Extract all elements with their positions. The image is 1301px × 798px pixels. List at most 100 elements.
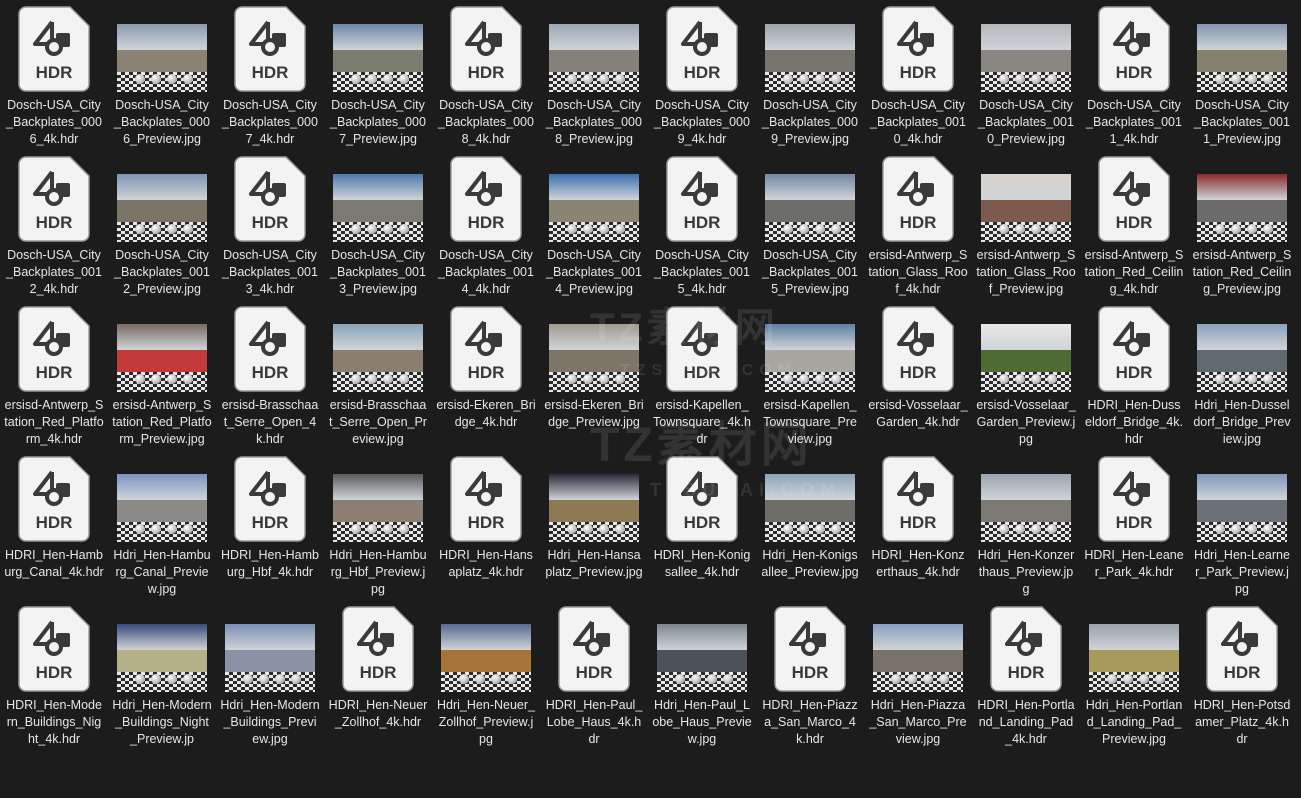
file-item-jpg[interactable]: ersisd-Kapellen_Townsquare_Preview.jpg: [756, 304, 864, 448]
file-item-hdr[interactable]: HDR ersisd-Vosselaar_Garden_4k.hdr: [864, 304, 972, 448]
file-item-jpg[interactable]: ersisd-Ekeren_Bridge_Preview.jpg: [540, 304, 648, 448]
file-item-hdr[interactable]: HDR Dosch-USA_City_Backplates_0008_4k.hdr: [432, 4, 540, 148]
file-item-jpg[interactable]: Hdri_Hen-Hamburg_Canal_Preview.jpg: [108, 454, 216, 598]
file-item-hdr[interactable]: HDR HDRI_Hen-Hamburg_Canal_4k.hdr: [0, 454, 108, 598]
file-item-hdr[interactable]: HDR ersisd-Antwerp_Station_Red_Ceiling_4k…: [1080, 154, 1188, 298]
thumbnail-ground: [765, 49, 855, 72]
file-item-hdr[interactable]: HDR Dosch-USA_City_Backplates_0006_4k.hdr: [0, 4, 108, 148]
file-item-jpg[interactable]: Dosch-USA_City_Backplates_0008_Preview.j…: [540, 4, 648, 148]
thumbnail-checker-floor: [333, 71, 423, 92]
file-item-hdr[interactable]: HDR Dosch-USA_City_Backplates_0015_4k.hdr: [648, 154, 756, 298]
hdr-file-icon: HDR: [1098, 456, 1170, 542]
file-item-hdr[interactable]: HDR Dosch-USA_City_Backplates_0009_4k.hdr: [648, 4, 756, 148]
file-item-hdr[interactable]: HDR HDRI_Hen-Portland_Landing_Pad_4k.hdr: [972, 604, 1080, 748]
file-icon-area: HDR: [4, 304, 104, 394]
file-item-jpg[interactable]: ersisd-Antwerp_Station_Red_Ceiling_Previ…: [1188, 154, 1296, 298]
thumbnail-sphere: [1231, 223, 1241, 234]
file-item-hdr[interactable]: HDR Dosch-USA_City_Backplates_0012_4k.hdr: [0, 154, 108, 298]
file-item-jpg[interactable]: Dosch-USA_City_Backplates_0006_Preview.j…: [108, 4, 216, 148]
file-name: ersisd-Ekeren_Bridge_4k.hdr: [436, 398, 536, 429]
thumbnail-sphere: [167, 523, 177, 534]
file-item-hdr[interactable]: HDR HDRI_Hen-Konzerthaus_4k.hdr: [864, 454, 972, 598]
thumbnail-sphere: [1047, 73, 1057, 84]
thumbnail-sky: [873, 624, 963, 650]
thumbnail-sphere: [831, 523, 841, 534]
file-item-hdr[interactable]: HDR HDRI_Hen-Hansaplatz_4k.hdr: [432, 454, 540, 598]
file-item-hdr[interactable]: HDR Dosch-USA_City_Backplates_0014_4k.hdr: [432, 154, 540, 298]
file-item-jpg[interactable]: Hdri_Hen-Konigsallee_Preview.jpg: [756, 454, 864, 598]
file-item-hdr[interactable]: HDR HDRI_Hen-Paul_Lobe_Haus_4k.hdr: [540, 604, 648, 748]
file-item-hdr[interactable]: HDR ersisd-Brasschaat_Serre_Open_4k.hdr: [216, 304, 324, 448]
file-item-hdr[interactable]: HDR HDRI_Hen-Potsdamer_Platz_4k.hdr: [1188, 604, 1296, 748]
file-icon-area: [976, 304, 1076, 394]
file-item-hdr[interactable]: HDR HDRI_Hen-Dusseldorf_Bridge_4k.hdr: [1080, 304, 1188, 448]
file-icon-area: [328, 4, 428, 94]
file-name: Hdri_Hen-Hamburg_Canal_Preview.jpg: [113, 548, 211, 596]
file-item-hdr[interactable]: HDR ersisd-Antwerp_Station_Red_Platform_4…: [0, 304, 108, 448]
file-item-hdr[interactable]: HDR ersisd-Kapellen_Townsquare_4k.hdr: [648, 304, 756, 448]
file-item-jpg[interactable]: Dosch-USA_City_Backplates_0015_Preview.j…: [756, 154, 864, 298]
file-item-jpg[interactable]: Hdri_Hen-Konzerthaus_Preview.jpg: [972, 454, 1080, 598]
thumbnail-sphere: [831, 373, 841, 384]
file-item-jpg[interactable]: Hdri_Hen-Learner_Park_Preview.jpg: [1188, 454, 1296, 598]
thumbnail-sphere: [151, 373, 161, 384]
file-item-jpg[interactable]: Dosch-USA_City_Backplates_0007_Preview.j…: [324, 4, 432, 148]
file-item-jpg[interactable]: Hdri_Hen-Hansaplatz_Preview.jpg: [540, 454, 648, 598]
file-item-jpg[interactable]: ersisd-Antwerp_Station_Glass_Roof_Previe…: [972, 154, 1080, 298]
thumbnail-sky: [225, 624, 315, 650]
file-item-jpg[interactable]: Dosch-USA_City_Backplates_0010_Preview.j…: [972, 4, 1080, 148]
hdr-badge-text: HDR: [900, 63, 937, 82]
file-item-jpg[interactable]: Hdri_Hen-Modern_Buildings_Preview.jpg: [216, 604, 324, 748]
file-item-hdr[interactable]: HDR Dosch-USA_City_Backplates_0010_4k.hdr: [864, 4, 972, 148]
file-item-jpg[interactable]: Hdri_Hen-Neuer_Zollhof_Preview.jpg: [432, 604, 540, 748]
file-item-jpg[interactable]: Dosch-USA_City_Backplates_0014_Preview.j…: [540, 154, 648, 298]
file-item-hdr[interactable]: HDR HDRI_Hen-Leaner_Park_4k.hdr: [1080, 454, 1188, 598]
file-item-hdr[interactable]: HDR HDRI_Hen-Hamburg_Hbf_4k.hdr: [216, 454, 324, 598]
thumbnail-checker-floor: [117, 521, 207, 542]
file-item-jpg[interactable]: ersisd-Antwerp_Station_Red_Platform_Prev…: [108, 304, 216, 448]
file-item-hdr[interactable]: HDR Dosch-USA_City_Backplates_0007_4k.hdr: [216, 4, 324, 148]
file-icon-area: [544, 154, 644, 244]
hdr-file-icon: HDR: [234, 6, 306, 92]
hdr-badge-text: HDR: [684, 363, 721, 382]
file-name: Dosch-USA_City_Backplates_0015_Preview.j…: [762, 248, 858, 296]
file-item-jpg[interactable]: Dosch-USA_City_Backplates_0012_Preview.j…: [108, 154, 216, 298]
file-item-hdr[interactable]: HDR ersisd-Antwerp_Station_Glass_Roof_4k.…: [864, 154, 972, 298]
file-item-jpg[interactable]: Dosch-USA_City_Backplates_0013_Preview.j…: [324, 154, 432, 298]
thumbnail-sphere: [151, 673, 161, 684]
thumbnail-sphere: [599, 373, 609, 384]
hdr-badge-text: HDR: [36, 513, 73, 532]
thumbnail-sphere: [167, 673, 177, 684]
hdr-file-icon: HDR: [1098, 156, 1170, 242]
file-item-hdr[interactable]: HDR HDRI_Hen-Modern_Buildings_Night_4k.hd…: [0, 604, 108, 748]
thumbnail-ground: [981, 499, 1071, 522]
file-icon-area: HDR: [868, 154, 968, 244]
thumbnail-sphere: [799, 223, 809, 234]
file-item-jpg[interactable]: Dosch-USA_City_Backplates_0011_Preview.j…: [1188, 4, 1296, 148]
file-icon-area: [1084, 604, 1184, 694]
file-item-jpg[interactable]: Hdri_Hen-Hamburg_Hbf_Preview.jpg: [324, 454, 432, 598]
file-item-jpg[interactable]: Hdri_Hen-Dusseldorf_Bridge_Preview.jpg: [1188, 304, 1296, 448]
file-name: HDRI_Hen-Paul_Lobe_Haus_4k.hdr: [545, 698, 643, 746]
file-item-jpg[interactable]: ersisd-Brasschaat_Serre_Open_Preview.jpg: [324, 304, 432, 448]
file-item-hdr[interactable]: HDR Dosch-USA_City_Backplates_0013_4k.hdr: [216, 154, 324, 298]
file-item-jpg[interactable]: Dosch-USA_City_Backplates_0009_Preview.j…: [756, 4, 864, 148]
file-item-hdr[interactable]: HDR HDRI_Hen-Neuer_Zollhof_4k.hdr: [324, 604, 432, 748]
file-item-jpg[interactable]: Hdri_Hen-Portland_Landing_Pad_Preview.jp…: [1080, 604, 1188, 748]
file-icon-area: HDR: [1084, 454, 1184, 544]
file-item-hdr[interactable]: HDR HDRI_Hen-Konigsallee_4k.hdr: [648, 454, 756, 598]
file-item-jpg[interactable]: Hdri_Hen-Piazza_San_Marco_Preview.jpg: [864, 604, 972, 748]
file-item-jpg[interactable]: Hdri_Hen-Paul_Lobe_Haus_Preview.jpg: [648, 604, 756, 748]
file-item-hdr[interactable]: HDR Dosch-USA_City_Backplates_0011_4k.hdr: [1080, 4, 1188, 148]
file-icon-area: HDR: [220, 304, 320, 394]
file-item-hdr[interactable]: HDR ersisd-Ekeren_Bridge_4k.hdr: [432, 304, 540, 448]
thumbnail-sphere: [1047, 373, 1057, 384]
file-item-jpg[interactable]: Hdri_Hen-Modern_Buildings_Night_Preview.…: [108, 604, 216, 748]
file-icon-area: [112, 304, 212, 394]
thumbnail-checker-floor: [1197, 521, 1287, 542]
hdr-file-icon: HDR: [558, 606, 630, 692]
file-name: Dosch-USA_City_Backplates_0009_4k.hdr: [654, 98, 750, 146]
file-item-jpg[interactable]: ersisd-Vosselaar_Garden_Preview.jpg: [972, 304, 1080, 448]
file-name: HDRI_Hen-Hansaplatz_4k.hdr: [439, 548, 533, 579]
file-item-hdr[interactable]: HDR HDRI_Hen-Piazza_San_Marco_4k.hdr: [756, 604, 864, 748]
